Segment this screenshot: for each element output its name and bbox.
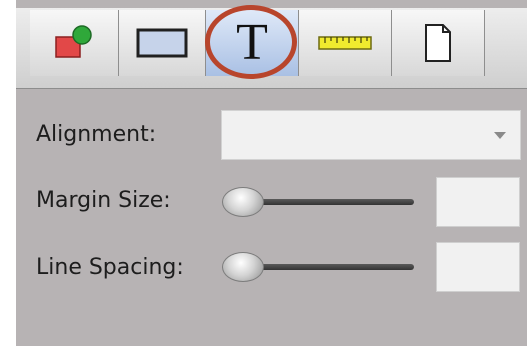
tab-text[interactable]: T	[206, 10, 299, 76]
text-icon: T	[236, 14, 268, 71]
tab-shapes[interactable]	[30, 10, 119, 76]
alignment-dropdown[interactable]	[221, 110, 521, 160]
shapes-icon	[55, 25, 92, 58]
margin-size-slider-thumb[interactable]	[222, 187, 264, 217]
line-spacing-input[interactable]	[436, 242, 520, 292]
line-spacing-label: Line Spacing:	[36, 255, 184, 280]
margin-size-label: Margin Size:	[36, 188, 171, 213]
chevron-down-icon[interactable]	[494, 132, 506, 139]
alignment-label: Alignment:	[36, 122, 157, 147]
line-spacing-slider-thumb[interactable]	[222, 252, 264, 282]
tab-page[interactable]	[392, 10, 485, 76]
page-icon	[425, 24, 451, 62]
margin-size-input[interactable]	[436, 177, 520, 227]
rectangle-icon	[136, 28, 188, 58]
tab-rectangle[interactable]	[119, 10, 206, 76]
ruler-icon	[318, 36, 372, 50]
tab-ruler[interactable]	[299, 10, 392, 76]
